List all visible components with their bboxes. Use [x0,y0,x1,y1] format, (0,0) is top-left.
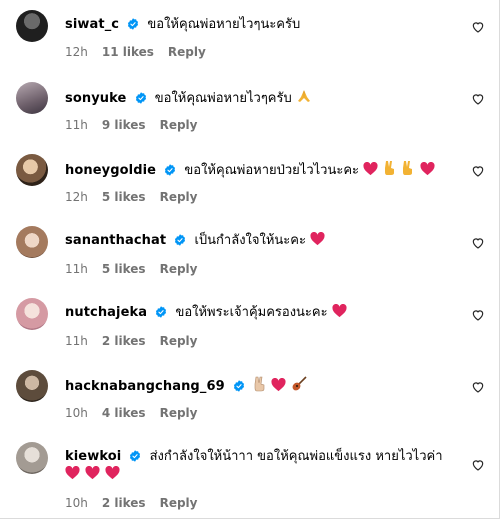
heart-outline-icon[interactable] [471,20,485,34]
comment-text-line: sananthachat เป็นกำลังใจให้นะคะ [65,232,455,250]
avatar[interactable] [16,154,48,186]
comment-username[interactable]: sonyuke [65,91,126,106]
comment-text-line: honeygoldie ขอให้คุณพ่อหายป่วยไวไวนะคะ [65,160,455,180]
comment-likes[interactable]: 2 likes [102,496,146,510]
comment-text-line: nutchajeka ขอให้พระเจ้าคุ้มครองนะคะ [65,304,455,322]
heart-emoji-icon [332,304,347,318]
comment-meta: 11h 9 likes Reply [65,118,211,132]
comment-text-line: kiewkoi ส่งกำลังใจให้น้าาา ขอให้คุณพ่อแข… [65,448,455,484]
heart-emoji-icon [363,162,378,176]
heart-outline-icon[interactable] [471,458,485,472]
comment-meta: 10h 4 likes Reply [65,406,211,420]
comment-likes[interactable]: 4 likes [102,406,146,420]
avatar[interactable] [16,370,48,402]
comment-body: ส่งกำลังใจให้น้าาา ขอให้คุณพ่อแข็งแรง หา… [149,449,443,464]
comment-item: kiewkoi ส่งกำลังใจให้น้าาา ขอให้คุณพ่อแข… [0,432,500,520]
comment-username[interactable]: siwat_c [65,17,119,32]
comment-body: ขอให้คุณพ่อหายไวๆนะครับ [147,17,301,32]
comment-item: honeygoldie ขอให้คุณพ่อหายป่วยไวไวนะคะ 1… [0,144,500,216]
heart-emoji-icon [85,466,100,480]
heart-outline-icon[interactable] [471,308,485,322]
comment-item: hacknabangchang_69 10h 4 likes Reply [0,360,500,432]
heart-outline-icon[interactable] [471,92,485,106]
reply-button[interactable]: Reply [160,190,198,204]
comment-body: ขอให้พระเจ้าคุ้มครองนะคะ [175,305,328,320]
avatar[interactable] [16,442,48,474]
comment-item: sananthachat เป็นกำลังใจให้นะคะ 11h 5 lik… [0,216,500,288]
reply-button[interactable]: Reply [160,118,198,132]
reply-button[interactable]: Reply [160,496,198,510]
verified-badge-icon [165,164,176,176]
comment-text-line: sonyuke ขอให้คุณพ่อหายไวๆครับ [65,88,455,108]
comment-username[interactable]: kiewkoi [65,449,121,464]
comment-time[interactable]: 11h [65,118,88,132]
verified-badge-icon [233,380,244,392]
comment-time[interactable]: 11h [65,334,88,348]
comment-meta: 12h 5 likes Reply [65,190,211,204]
avatar[interactable] [16,82,48,114]
victory-hand-icon [403,161,413,175]
comment-likes[interactable]: 11 likes [102,45,154,59]
comment-time[interactable]: 10h [65,406,88,420]
comment-item: nutchajeka ขอให้พระเจ้าคุ้มครองนะคะ 11h 2… [0,288,500,360]
heart-outline-icon[interactable] [471,380,485,394]
comment-username[interactable]: honeygoldie [65,163,156,178]
comment-likes[interactable]: 2 likes [102,334,146,348]
reply-button[interactable]: Reply [160,406,198,420]
comment-item: siwat_c ขอให้คุณพ่อหายไวๆนะครับ 12h 11 li… [0,0,500,72]
verified-badge-icon [135,92,146,104]
comment-username[interactable]: sananthachat [65,233,166,248]
comment-body: เป็นกำลังใจให้นะคะ [194,233,306,248]
comment-time[interactable]: 12h [65,45,88,59]
comment-likes[interactable]: 9 likes [102,118,146,132]
avatar[interactable] [16,226,48,258]
reply-button[interactable]: Reply [160,334,198,348]
comment-meta: 12h 11 likes Reply [65,45,220,59]
avatar[interactable] [16,298,48,330]
comment-time[interactable]: 10h [65,496,88,510]
reply-button[interactable]: Reply [160,262,198,276]
heart-outline-icon[interactable] [471,236,485,250]
comment-meta: 11h 5 likes Reply [65,262,211,276]
guitar-icon [292,376,307,391]
comment-time[interactable]: 12h [65,190,88,204]
comment-likes[interactable]: 5 likes [102,190,146,204]
victory-hand-icon [385,161,395,175]
comment-text-line: hacknabangchang_69 [65,376,455,396]
heart-emoji-icon [65,466,80,480]
folded-hands-icon [297,90,310,102]
verified-badge-icon [130,450,141,462]
comment-body: ขอให้คุณพ่อหายป่วยไวไวนะคะ [184,163,360,178]
heart-emoji-icon [310,232,325,246]
comment-body: ขอให้คุณพ่อหายไวๆครับ [154,91,292,106]
verified-badge-icon [175,234,186,246]
heart-emoji-icon [271,378,286,392]
comment-likes[interactable]: 5 likes [102,262,146,276]
comment-meta: 10h 2 likes Reply [65,496,211,510]
avatar[interactable] [16,10,48,42]
reply-button[interactable]: Reply [168,45,206,59]
verified-badge-icon [128,18,139,30]
heart-outline-icon[interactable] [471,164,485,178]
verified-badge-icon [156,306,167,318]
comment-meta: 11h 2 likes Reply [65,334,211,348]
comment-username[interactable]: hacknabangchang_69 [65,379,225,394]
comment-username[interactable]: nutchajeka [65,305,147,320]
comment-text-line: siwat_c ขอให้คุณพ่อหายไวๆนะครับ [65,16,455,34]
comment-item: sonyuke ขอให้คุณพ่อหายไวๆครับ 11h 9 likes… [0,72,500,144]
heart-emoji-icon [105,466,120,480]
comment-time[interactable]: 11h [65,262,88,276]
victory-hand-icon [254,376,265,392]
heart-emoji-icon [420,162,435,176]
